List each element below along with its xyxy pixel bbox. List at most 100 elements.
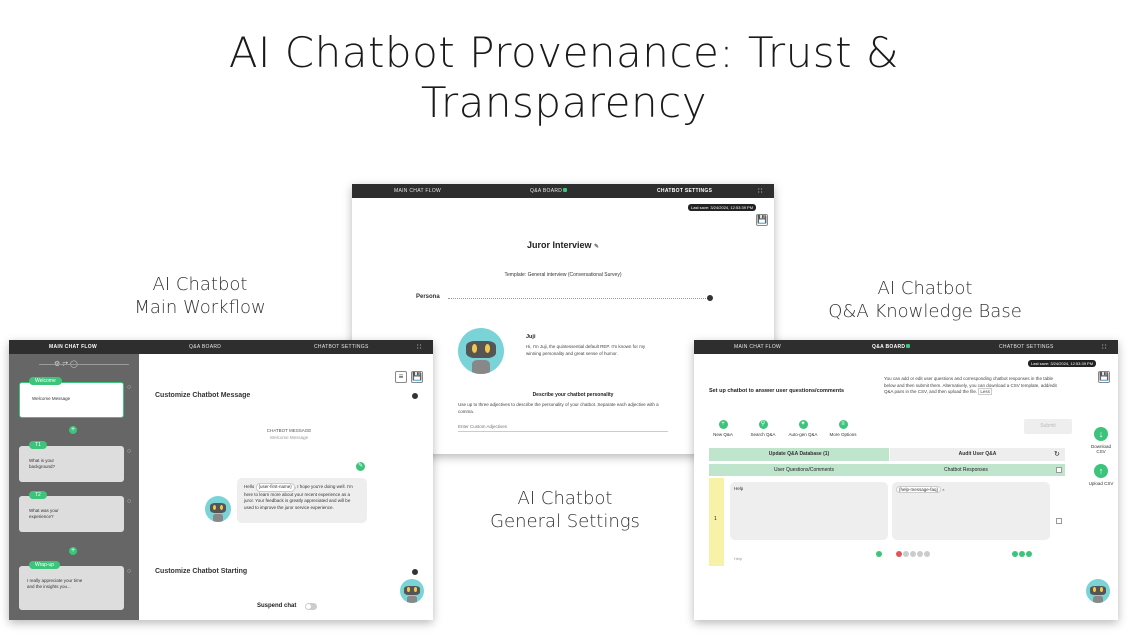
download-label: Download CSV <box>1090 444 1111 454</box>
share-icon[interactable] <box>1019 551 1025 557</box>
flow-node-t2[interactable]: What was your experience? <box>19 496 124 532</box>
nav-main-chat-flow[interactable]: MAIN CHAT FLOW <box>394 188 441 194</box>
node-text: Welcome Message <box>32 396 71 401</box>
upload-label: Upload CSV <box>1088 481 1114 486</box>
chatbot-message-sub: Welcome Message <box>269 435 309 440</box>
record-icon[interactable] <box>896 551 902 557</box>
comment-icon[interactable]: ○ <box>127 384 131 391</box>
describe-title: Describe your chatbot personality <box>532 392 614 398</box>
apps-grid-icon[interactable]: ∷ <box>758 187 762 195</box>
persona-label: Persona <box>416 294 440 300</box>
flow-sidebar: ⚙ ⇄ ◯ Welcome Message Welcome ○ + What i… <box>9 354 139 620</box>
section-toggle-icon[interactable] <box>412 569 418 575</box>
nav-qa-label: Q&A BOARD <box>530 188 563 194</box>
filter-icon[interactable]: ≡ <box>395 371 407 383</box>
forward-icon[interactable] <box>1012 551 1018 557</box>
caption-left-line2: Main Workflow <box>134 297 266 318</box>
remove-chip-icon[interactable]: × <box>942 487 944 492</box>
suspend-chat-toggle[interactable] <box>305 603 317 610</box>
main-flow-screenshot: MAIN CHAT FLOW Q&A BOARD CHATBOT SETTING… <box>9 340 433 620</box>
footer-hint: Help <box>734 556 743 561</box>
qa-setup-heading: Set up chatbot to answer user questions/… <box>709 388 845 394</box>
question-text: Help <box>734 486 744 491</box>
more-options-button[interactable]: ≡ More Options <box>826 420 860 437</box>
save-icon[interactable]: 💾 <box>411 371 423 383</box>
emoji-icon[interactable] <box>917 551 923 557</box>
nav-qa-board[interactable]: Q&A BOARD <box>189 344 221 350</box>
slide-title-line1: AI Chatbot Provenance: Trust & <box>228 28 900 77</box>
question-cell[interactable]: Help <box>730 482 888 540</box>
download-csv-button[interactable]: ↓ Download CSV <box>1086 427 1116 454</box>
tool-label: Auto-gen Q&A <box>788 432 818 437</box>
section-customize-starting: Customize Chatbot Starting <box>155 568 248 575</box>
caption-main-workflow: AI Chatbot Main Workflow <box>110 273 290 319</box>
lock-icon[interactable] <box>1026 551 1032 557</box>
template-label: Template: General interview (Conversatio… <box>504 272 622 278</box>
refresh-icon[interactable]: ↻ <box>1054 450 1060 458</box>
attach-icon[interactable] <box>924 551 930 557</box>
comment-icon[interactable]: ○ <box>127 498 131 505</box>
nav-qa-board[interactable]: Q&A BOARD <box>530 188 568 194</box>
response-variable-chip[interactable]: {help-message-faq} <box>896 486 942 493</box>
less-link[interactable]: Less <box>978 388 992 395</box>
nav-qa-label: Q&A BOARD <box>872 344 906 350</box>
persona-toggle-icon[interactable] <box>707 295 713 301</box>
image-icon[interactable] <box>903 551 909 557</box>
bot-avatar <box>205 496 231 522</box>
add-node-button[interactable]: + <box>69 426 77 434</box>
lock-icon[interactable] <box>876 551 882 557</box>
comment-icon[interactable]: ○ <box>127 448 131 455</box>
row-checkbox[interactable] <box>1056 518 1062 524</box>
chat-launcher-avatar[interactable] <box>400 579 424 603</box>
col-chatbot-responses: Chatbot Responses <box>944 467 988 473</box>
new-qa-button[interactable]: + New Q&A <box>706 420 740 437</box>
caption-center-line1: AI Chatbot <box>517 488 613 509</box>
download-icon: ↓ <box>1094 427 1108 441</box>
variable-chip[interactable]: {user-first-name} <box>255 483 295 492</box>
nav-chatbot-settings[interactable]: CHATBOT SETTINGS <box>999 344 1054 350</box>
autogen-qa-button[interactable]: ✦ Auto-gen Q&A <box>786 420 820 437</box>
add-node-button[interactable]: + <box>69 547 77 555</box>
qa-navbar: MAIN CHAT FLOW Q&A BOARD CHATBOT SETTING… <box>694 340 1118 354</box>
nav-chatbot-settings[interactable]: CHATBOT SETTINGS <box>314 344 369 350</box>
node-text: What was your experience? <box>29 508 59 519</box>
settings-navbar: MAIN CHAT FLOW Q&A BOARD CHATBOT SETTING… <box>352 184 774 198</box>
nav-qa-board[interactable]: Q&A BOARD <box>872 344 911 350</box>
search-qa-button[interactable]: ⚲ Search Q&A <box>746 420 780 437</box>
tab-update-database[interactable]: Update Q&A Database (1) <box>709 448 889 461</box>
node-text: I really appreciate your time and the in… <box>27 578 83 589</box>
plus-icon: + <box>718 420 728 429</box>
caption-right-line2: Q&A Knowledge Base <box>828 301 1022 322</box>
response-cell[interactable]: {help-message-faq} × <box>892 482 1050 540</box>
chat-launcher-avatar[interactable] <box>1086 579 1110 603</box>
edit-message-icon[interactable]: ✎ <box>356 462 365 471</box>
caption-qa-knowledge: AI Chatbot Q&A Knowledge Base <box>800 277 1050 323</box>
edit-pencil-icon[interactable]: ✎ <box>594 244 599 250</box>
notification-dot <box>906 344 911 348</box>
node-tag: T1 <box>29 441 47 449</box>
nav-chatbot-settings[interactable]: CHATBOT SETTINGS <box>657 188 712 194</box>
caption-center-line2: General Settings <box>490 511 640 532</box>
upload-csv-button[interactable]: ↑ Upload CSV <box>1086 464 1116 486</box>
nav-main-chat-flow[interactable]: MAIN CHAT FLOW <box>734 344 781 350</box>
node-text: What is your background? <box>29 458 56 469</box>
flow-node-wrapup[interactable]: I really appreciate your time and the in… <box>19 566 124 610</box>
apps-grid-icon[interactable]: ∷ <box>417 343 421 351</box>
section-customize-message: Customize Chatbot Message <box>155 392 251 399</box>
chatbot-message-bubble[interactable]: Hello {user-first-name}, I hope you're d… <box>237 478 367 523</box>
flow-node-welcome[interactable]: Welcome Message <box>19 382 124 418</box>
save-icon[interactable]: 💾 <box>756 214 768 226</box>
caption-left-line1: AI Chatbot <box>152 274 248 295</box>
nav-main-chat-flow[interactable]: MAIN CHAT FLOW <box>49 344 97 350</box>
tab-audit-user-qa[interactable]: Audit User Q&A <box>890 448 1065 461</box>
flow-node-t1[interactable]: What is your background? <box>19 446 124 482</box>
comment-icon[interactable]: ○ <box>127 568 131 575</box>
suspend-chat-label: Suspend chat <box>257 603 297 609</box>
submit-button[interactable]: Submit <box>1024 419 1072 434</box>
select-all-checkbox[interactable] <box>1056 467 1062 473</box>
custom-adjectives-input[interactable] <box>458 422 668 432</box>
save-icon[interactable]: 💾 <box>1098 371 1110 383</box>
apps-grid-icon[interactable]: ∷ <box>1102 343 1106 351</box>
link-icon[interactable] <box>910 551 916 557</box>
section-toggle-icon[interactable] <box>412 393 418 399</box>
